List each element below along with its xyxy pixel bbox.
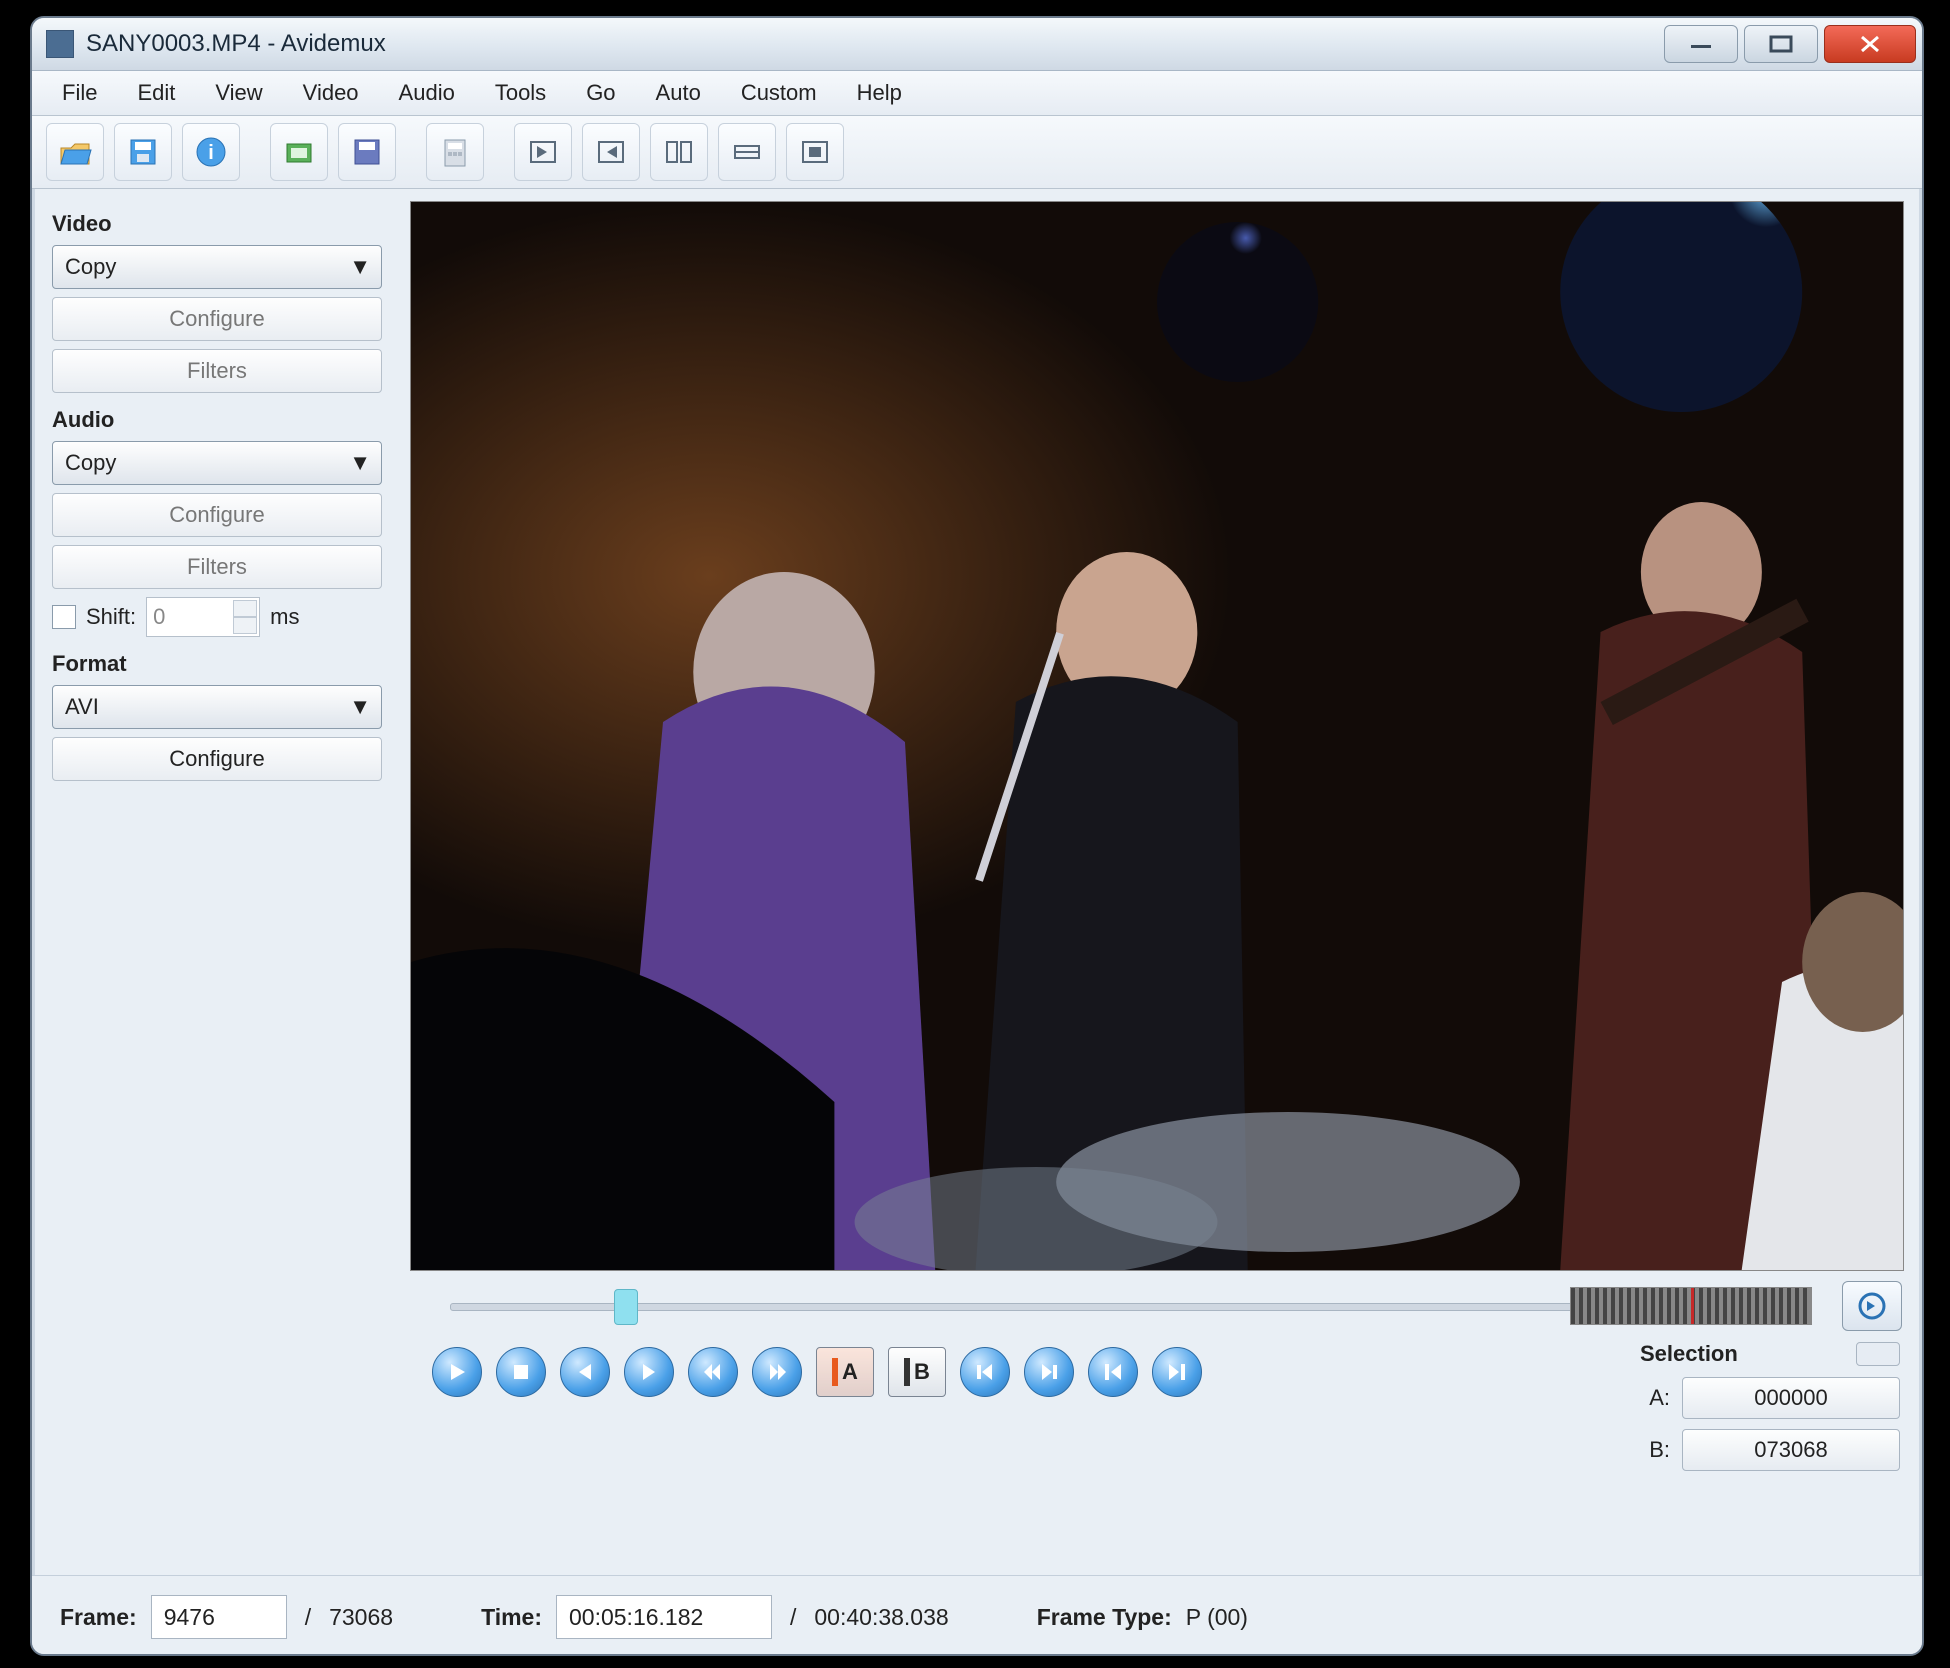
time-label: Time:	[481, 1604, 542, 1631]
format-select[interactable]: AVI ▼	[52, 685, 382, 729]
video-codec-select[interactable]: Copy ▼	[52, 245, 382, 289]
window-title: SANY0003.MP4 - Avidemux	[86, 30, 1658, 58]
save-audio-button[interactable]	[338, 123, 396, 181]
menu-custom[interactable]: Custom	[721, 76, 837, 110]
menu-bar: File Edit View Video Audio Tools Go Auto…	[32, 71, 1922, 116]
menu-tools[interactable]: Tools	[475, 76, 566, 110]
menu-audio[interactable]: Audio	[379, 76, 475, 110]
format-value: AVI	[65, 694, 99, 720]
audio-section-title: Audio	[52, 407, 382, 433]
menu-auto[interactable]: Auto	[636, 76, 721, 110]
title-bar: SANY0003.MP4 - Avidemux	[32, 18, 1922, 71]
audio-shift-unit: ms	[270, 604, 299, 630]
chevron-down-icon: ▼	[349, 450, 371, 476]
video-preview	[410, 201, 1904, 1271]
volume-button[interactable]	[1842, 1281, 1902, 1331]
save-video-button[interactable]	[270, 123, 328, 181]
play-button[interactable]	[432, 1347, 482, 1397]
svg-text:i: i	[208, 142, 214, 164]
selection-title: Selection	[1640, 1341, 1738, 1367]
open-button[interactable]	[46, 123, 104, 181]
audio-shift-input[interactable]: 0	[146, 597, 260, 637]
menu-video[interactable]: Video	[283, 76, 379, 110]
chevron-down-icon: ▼	[349, 694, 371, 720]
in-point-button[interactable]	[514, 123, 572, 181]
app-window: SANY0003.MP4 - Avidemux File Edit View V…	[30, 16, 1924, 1656]
sidebar: Video Copy ▼ Configure Filters Audio Cop…	[32, 189, 402, 1575]
split-button[interactable]	[650, 123, 708, 181]
video-filters-button[interactable]: Filters	[52, 349, 382, 393]
frame-total: 73068	[329, 1604, 393, 1631]
video-configure-button[interactable]: Configure	[52, 297, 382, 341]
format-configure-button[interactable]: Configure	[52, 737, 382, 781]
close-button[interactable]	[1824, 25, 1916, 63]
next-black-button[interactable]	[1024, 1347, 1074, 1397]
seek-track	[450, 1303, 1702, 1311]
minimize-button[interactable]	[1664, 25, 1738, 63]
menu-file[interactable]: File	[42, 76, 117, 110]
calculator-button[interactable]	[426, 123, 484, 181]
frame-label: Frame:	[60, 1604, 137, 1631]
seek-bar[interactable]	[410, 1289, 1722, 1323]
audio-codec-value: Copy	[65, 450, 116, 476]
video-section-title: Video	[52, 211, 382, 237]
crop-button[interactable]	[718, 123, 776, 181]
next-frame-button[interactable]	[624, 1347, 674, 1397]
format-section-title: Format	[52, 651, 382, 677]
save-button[interactable]	[114, 123, 172, 181]
app-icon	[46, 30, 74, 58]
toolbar: i	[32, 116, 1922, 189]
prev-keyframe-button[interactable]	[688, 1347, 738, 1397]
stop-button[interactable]	[496, 1347, 546, 1397]
menu-help[interactable]: Help	[837, 76, 922, 110]
selection-collapse-button[interactable]	[1856, 1342, 1900, 1366]
prev-frame-button[interactable]	[560, 1347, 610, 1397]
first-frame-button[interactable]	[1088, 1347, 1138, 1397]
playback-controls: A B	[432, 1347, 1202, 1397]
audio-shift-checkbox[interactable]	[52, 605, 76, 629]
set-marker-b-button[interactable]: B	[888, 1347, 946, 1397]
last-frame-button[interactable]	[1152, 1347, 1202, 1397]
menu-edit[interactable]: Edit	[117, 76, 195, 110]
info-button[interactable]: i	[182, 123, 240, 181]
audio-codec-select[interactable]: Copy ▼	[52, 441, 382, 485]
audio-filters-button[interactable]: Filters	[52, 545, 382, 589]
maximize-button[interactable]	[1744, 25, 1818, 63]
time-current-input[interactable]: 00:05:16.182	[556, 1595, 772, 1639]
seek-handle[interactable]	[614, 1289, 638, 1325]
fit-button[interactable]	[786, 123, 844, 181]
audio-configure-button[interactable]: Configure	[52, 493, 382, 537]
prev-black-button[interactable]	[960, 1347, 1010, 1397]
time-total: 00:40:38.038	[814, 1604, 948, 1631]
selection-b-label: B:	[1640, 1437, 1670, 1463]
selection-b-value[interactable]: 073068	[1682, 1429, 1900, 1471]
selection-panel: Selection A: 000000 B: 073068	[1640, 1341, 1900, 1481]
audio-shift-value: 0	[153, 604, 165, 630]
frame-type-value: P (00)	[1186, 1604, 1248, 1631]
out-point-button[interactable]	[582, 123, 640, 181]
set-marker-a-button[interactable]: A	[816, 1347, 874, 1397]
menu-view[interactable]: View	[195, 76, 282, 110]
jog-wheel[interactable]	[1570, 1287, 1812, 1325]
menu-go[interactable]: Go	[566, 76, 635, 110]
selection-a-label: A:	[1640, 1385, 1670, 1411]
main-area: Video Copy ▼ Configure Filters Audio Cop…	[32, 189, 1922, 1575]
next-keyframe-button[interactable]	[752, 1347, 802, 1397]
frame-type-label: Frame Type:	[1037, 1604, 1172, 1631]
preview-area: A B Selection A: 000000	[402, 189, 1922, 1575]
selection-a-value[interactable]: 000000	[1682, 1377, 1900, 1419]
chevron-down-icon: ▼	[349, 254, 371, 280]
status-bar: Frame: 9476 / 73068 Time: 00:05:16.182 /…	[32, 1575, 1922, 1656]
video-codec-value: Copy	[65, 254, 116, 280]
audio-shift-label: Shift:	[86, 604, 136, 630]
frame-current-input[interactable]: 9476	[151, 1595, 287, 1639]
